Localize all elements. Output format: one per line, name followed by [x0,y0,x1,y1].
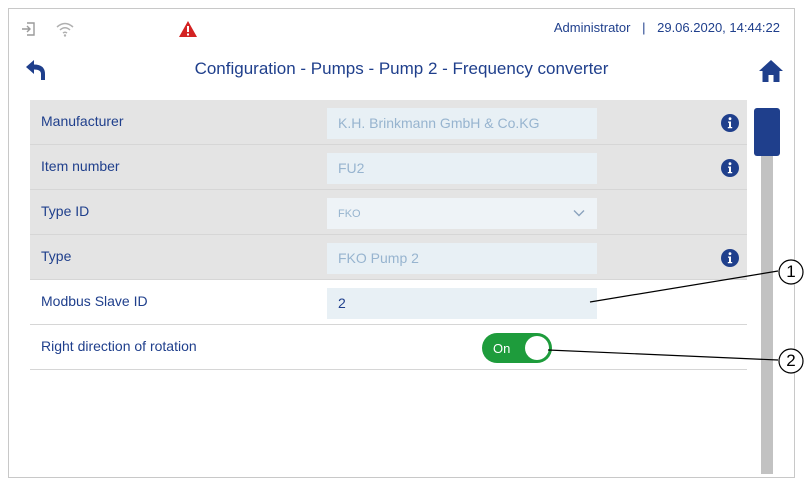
rotation-direction-toggle[interactable]: On [482,333,552,363]
list-item-type: Type FKO Pump 2 [30,235,747,280]
login-icon [22,22,35,36]
modbus-slave-id-input[interactable]: 2 [327,288,597,319]
row-label: Type [41,248,72,264]
row-label: Item number [41,158,120,174]
chevron-down-icon [573,210,585,217]
manufacturer-field: K.H. Brinkmann GmbH & Co.KG [327,108,597,139]
list-item-rotation-direction: Right direction of rotation On [30,325,747,370]
list-item-modbus-slave-id: Modbus Slave ID 2 [30,280,747,325]
toggle-knob [525,336,549,360]
list-item-item-number: Item number FU2 [30,145,747,190]
status-info: Administrator | 29.06.2020, 14:44:22 [554,20,780,35]
row-label: Right direction of rotation [41,338,197,354]
app-window: Administrator | 29.06.2020, 14:44:22 Con… [8,8,795,478]
callout-2: 2 [786,351,796,370]
home-icon[interactable] [758,59,784,83]
type-field: FKO Pump 2 [327,243,597,274]
wifi-icon [56,22,74,37]
datetime: 29.06.2020, 14:44:22 [657,20,780,35]
warning-icon[interactable] [178,20,198,38]
type-id-select[interactable]: FKO [327,198,597,229]
row-label: Modbus Slave ID [41,293,148,309]
status-separator: | [642,20,646,35]
row-label: Manufacturer [41,113,124,129]
scrollbar-track[interactable] [761,108,773,474]
list-item-manufacturer: Manufacturer K.H. Brinkmann GmbH & Co.KG [30,100,747,145]
title-bar: Configuration - Pumps - Pump 2 - Frequen… [9,53,794,99]
type-id-selected-value: FKO [338,208,361,220]
status-bar: Administrator | 29.06.2020, 14:44:22 [9,9,794,49]
current-user: Administrator [553,20,631,35]
page-title: Configuration - Pumps - Pump 2 - Frequen… [194,59,609,78]
list-item-type-id: Type ID FKO [30,190,747,235]
scrollbar-thumb[interactable] [754,108,780,156]
info-icon[interactable] [721,114,739,132]
item-number-field: FU2 [327,153,597,184]
info-icon[interactable] [721,249,739,267]
toggle-state-label: On [493,341,511,356]
info-icon[interactable] [721,159,739,177]
row-label: Type ID [41,203,90,219]
callout-1: 1 [786,262,796,281]
settings-list: Manufacturer K.H. Brinkmann GmbH & Co.KG… [30,100,747,370]
